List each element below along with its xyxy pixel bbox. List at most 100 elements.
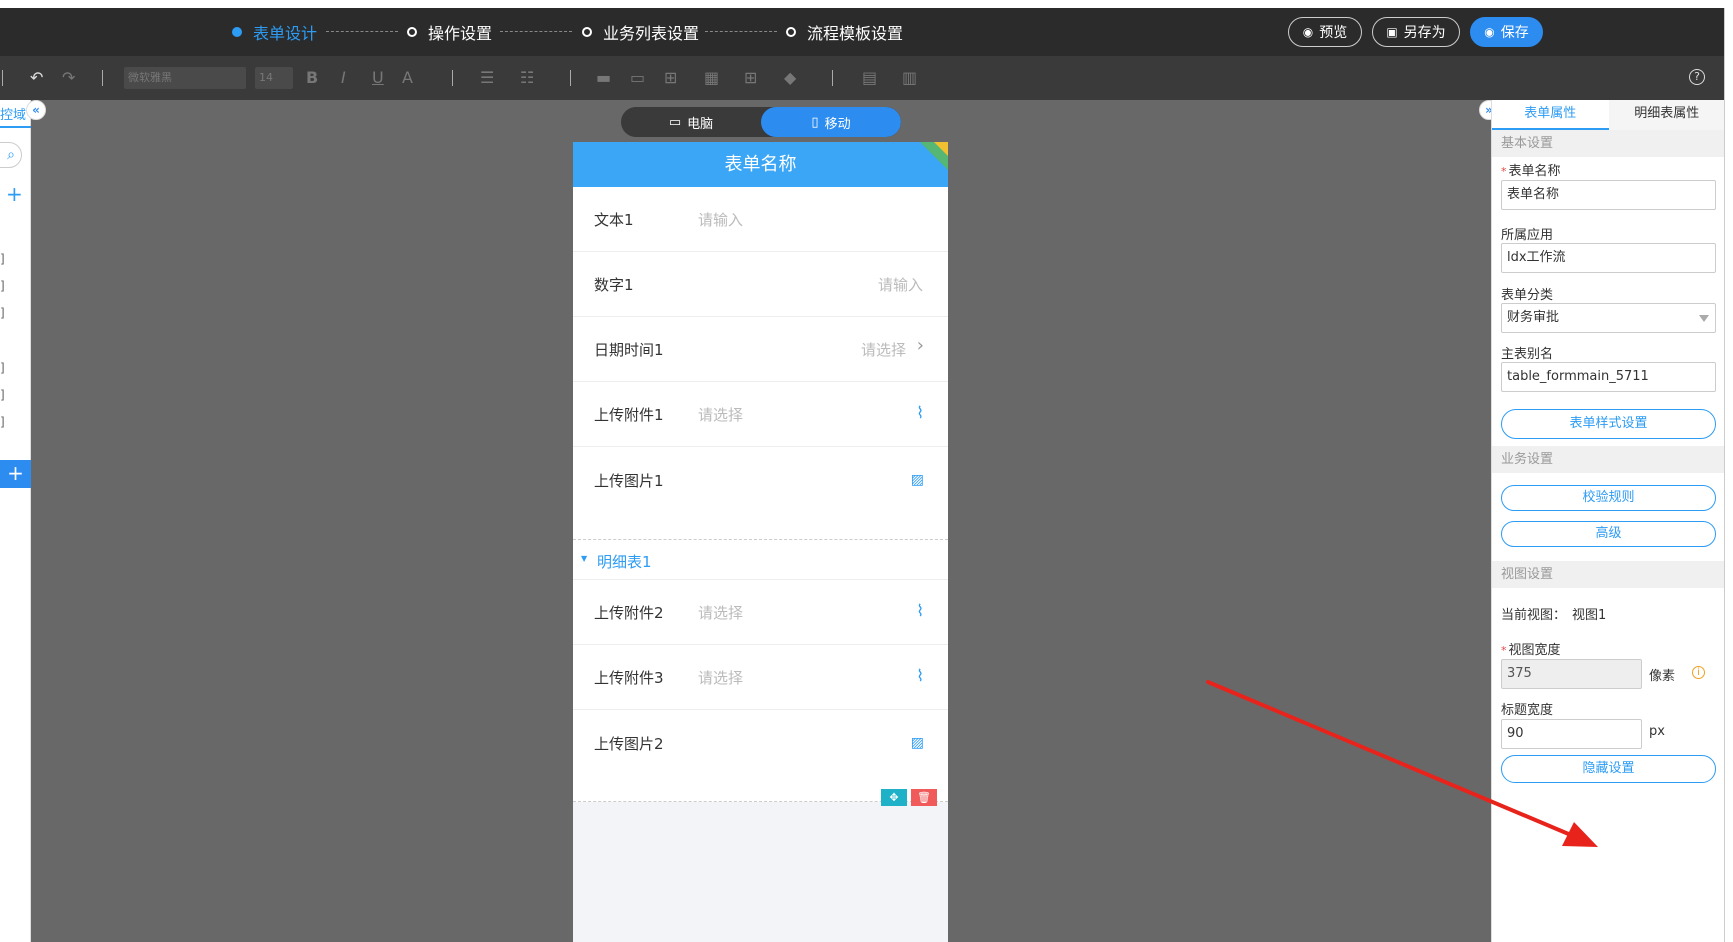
mobile-form-preview: 表单名称 文本1 请输入 数字1 请输入 日期时间1 请选择 › 上传附件1 请… (573, 142, 948, 942)
field-label: 上传附件3 (594, 669, 664, 687)
control-item[interactable]: ] (0, 279, 5, 293)
save-label: 保存 (1500, 25, 1529, 41)
delete-icon[interactable]: 🗑 (911, 789, 937, 806)
field-row-attachment[interactable]: 上传附件3 请选择 ⌇ (573, 645, 948, 710)
section-view: 视图设置 (1492, 561, 1725, 588)
font-size-select[interactable]: 14 (255, 67, 293, 89)
field-row-image[interactable]: 上传图片1 ▨ (573, 447, 948, 540)
form-title-bar: 表单名称 (573, 142, 948, 187)
toolbar-divider (832, 70, 833, 86)
save-as-button[interactable]: ▣ 另存为 (1372, 17, 1460, 47)
save-button[interactable]: ◉ 保存 (1470, 17, 1543, 47)
advanced-button[interactable]: 高级 (1501, 521, 1716, 547)
font-family-select[interactable]: 微软雅黑 (124, 67, 246, 89)
desktop-tab[interactable]: ▭ 电脑 (621, 107, 761, 137)
field-placeholder: 请选择 (698, 406, 744, 424)
control-item[interactable]: ] (0, 306, 5, 320)
validation-rules-button[interactable]: 校验规则 (1501, 485, 1716, 511)
collapse-left-icon[interactable]: « (26, 100, 46, 120)
hide-settings-button[interactable]: 隐藏设置 (1501, 755, 1716, 783)
info-icon[interactable]: i (1692, 666, 1705, 679)
alias-label: 主表别名 (1501, 347, 1554, 362)
search-icon[interactable]: ⌕ (0, 142, 22, 168)
field-placeholder: 请输入 (698, 211, 744, 229)
move-icon[interactable]: ✥ (881, 789, 907, 806)
properties-panel: 表单属性 明细表属性 基本设置 * 表单名称 表单名称 所属应用 ldx工作流 表… (1491, 100, 1725, 942)
form-name-label-text: 表单名称 (1508, 164, 1561, 179)
field-row-datetime[interactable]: 日期时间1 请选择 › (573, 317, 948, 382)
app-label: 所属应用 (1501, 228, 1554, 243)
step-business-list[interactable]: 业务列表设置 (582, 8, 699, 56)
view-width-input: 375 (1501, 659, 1642, 689)
control-item[interactable]: ] (0, 252, 5, 266)
fill-color-icon[interactable]: ◆ (784, 68, 796, 87)
align-left-icon[interactable]: ☰ (480, 68, 494, 87)
step-divider (500, 31, 572, 32)
grid-icon[interactable]: ⊞ (744, 68, 757, 87)
corner-flag (934, 142, 948, 156)
section-basic: 基本设置 (1492, 130, 1725, 157)
italic-icon[interactable]: I (341, 68, 346, 87)
form-name-input[interactable]: 表单名称 (1501, 180, 1716, 210)
title-width-unit: px (1649, 724, 1665, 739)
font-color-icon[interactable]: A (402, 68, 413, 87)
form-style-button[interactable]: 表单样式设置 (1501, 409, 1716, 439)
subtable-title: 明细表1 (597, 553, 652, 571)
step-label: 业务列表设置 (603, 24, 700, 43)
step-operation-settings[interactable]: 操作设置 (407, 8, 492, 56)
redo-icon[interactable]: ↷ (62, 68, 75, 87)
undo-icon[interactable]: ↶ (30, 68, 43, 87)
valign-icon[interactable]: ☷ (520, 68, 534, 87)
help-icon[interactable]: ? (1689, 69, 1705, 85)
subtable-header[interactable]: ▼ 明细表1 (573, 540, 948, 580)
toolbar-divider (2, 70, 3, 86)
category-label: 表单分类 (1501, 288, 1554, 303)
control-item[interactable]: ] (0, 415, 5, 429)
control-item[interactable]: ] (0, 388, 5, 402)
image-icon: ▨ (910, 735, 924, 751)
toolbar-divider (452, 70, 453, 86)
step-header: 表单设计 操作设置 业务列表设置 流程模板设置 ◉ 预览 ▣ 另存为 ◉ 保存 (0, 8, 1724, 56)
row-actions: ✥ 🗑 (881, 789, 937, 806)
field-label: 数字1 (594, 276, 634, 294)
step-workflow-template[interactable]: 流程模板设置 (786, 8, 903, 56)
tab-subtable-properties[interactable]: 明细表属性 (1608, 100, 1725, 130)
table-style-icon[interactable]: ▦ (704, 68, 719, 87)
field-row-attachment[interactable]: 上传附件2 请选择 ⌇ (573, 580, 948, 645)
border-icon[interactable]: ⊞ (664, 68, 677, 87)
insert-col-icon[interactable]: ▥ (902, 68, 917, 87)
step-divider (326, 31, 398, 32)
step-label: 操作设置 (428, 24, 493, 43)
form-title: 表单名称 (724, 154, 797, 175)
phone-icon: ▯ (811, 114, 819, 130)
left-control-panel: 控域 ⌕ + ] ] ] + ] ] ] (0, 100, 31, 942)
properties-tabs: 表单属性 明细表属性 (1492, 100, 1725, 130)
toolbar-divider (570, 70, 571, 86)
app-input[interactable]: ldx工作流 (1501, 243, 1716, 273)
tab-form-properties[interactable]: 表单属性 (1492, 100, 1609, 130)
field-row-number[interactable]: 数字1 请输入 (573, 252, 948, 317)
insert-row-icon[interactable]: ▤ (862, 68, 877, 87)
field-row-text[interactable]: 文本1 请输入 (573, 187, 948, 252)
floppy-icon: ▣ (1386, 25, 1398, 39)
field-label: 上传附件2 (594, 604, 664, 622)
title-width-input[interactable]: 90 (1501, 719, 1642, 749)
add-icon[interactable]: + (6, 182, 23, 206)
preview-button[interactable]: ◉ 预览 (1288, 17, 1362, 47)
image-icon: ▨ (910, 472, 924, 488)
field-row-attachment[interactable]: 上传附件1 请选择 ⌇ (573, 382, 948, 447)
bold-icon[interactable]: B (306, 68, 318, 87)
window-scrollbar[interactable] (1724, 8, 1733, 942)
alias-input[interactable]: table_formmain_5711 (1501, 362, 1716, 392)
mobile-tab[interactable]: ▯ 移动 (761, 107, 901, 137)
step-label: 表单设计 (253, 24, 318, 43)
category-select[interactable]: 财务审批 (1501, 303, 1716, 333)
split-cells-icon[interactable]: ▭ (630, 68, 645, 87)
merge-cells-icon[interactable]: ▬ (596, 68, 611, 87)
add-control-icon[interactable]: + (0, 460, 31, 488)
section-business: 业务设置 (1492, 446, 1725, 473)
control-tab[interactable]: 控域 (0, 104, 26, 123)
underline-icon[interactable]: U (372, 68, 384, 87)
control-item[interactable]: ] (0, 361, 5, 375)
step-form-design[interactable]: 表单设计 (232, 8, 317, 56)
